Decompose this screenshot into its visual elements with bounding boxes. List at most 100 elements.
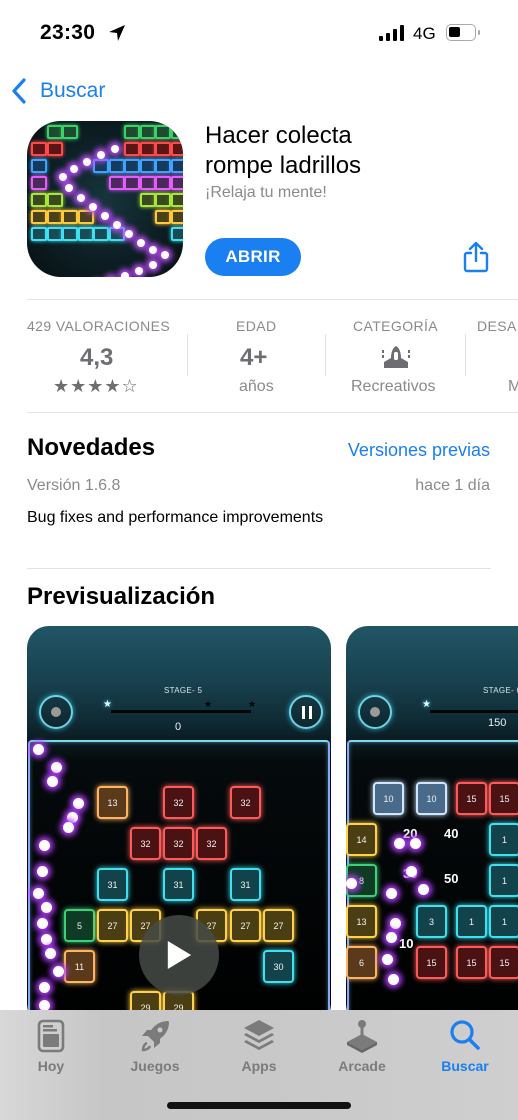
game-ball bbox=[406, 866, 417, 877]
game-brick: 1 bbox=[489, 823, 518, 856]
game-ball bbox=[51, 762, 62, 773]
game-brick: 1 bbox=[456, 905, 487, 938]
divider bbox=[325, 334, 326, 376]
play-video-button[interactable] bbox=[139, 915, 219, 995]
icon-brick bbox=[31, 142, 47, 156]
game-brick: 31 bbox=[97, 868, 128, 901]
game-ball bbox=[41, 902, 52, 913]
icon-brick bbox=[62, 210, 78, 224]
open-button[interactable]: ABRIR bbox=[205, 238, 301, 276]
icon-ball bbox=[83, 158, 91, 166]
game-brick: 1 bbox=[489, 864, 518, 897]
game-ball bbox=[37, 918, 48, 929]
version-history-link[interactable]: Versiones previas bbox=[348, 440, 490, 461]
icon-ball bbox=[161, 251, 169, 259]
pause-icon bbox=[289, 695, 323, 729]
tab-label: Apps bbox=[241, 1058, 277, 1074]
game-ball bbox=[45, 948, 56, 959]
icon-brick bbox=[31, 159, 47, 173]
location-arrow-icon bbox=[109, 25, 125, 41]
tab-arcade[interactable]: Arcade bbox=[317, 1018, 407, 1074]
icon-brick bbox=[124, 176, 140, 190]
back-button[interactable]: Buscar bbox=[10, 77, 105, 105]
icon-ball bbox=[59, 173, 67, 181]
app-icon bbox=[27, 121, 183, 277]
game-brick: 32 bbox=[196, 827, 227, 860]
game-ball bbox=[73, 798, 84, 809]
icon-brick bbox=[170, 176, 183, 190]
game-brick: 3 bbox=[416, 905, 447, 938]
tab-games[interactable]: Juegos bbox=[110, 1018, 200, 1074]
game-ball bbox=[33, 744, 44, 755]
age-value: 4+ bbox=[240, 344, 268, 371]
search-icon bbox=[450, 1020, 480, 1050]
version-label: Versión 1.6.8 bbox=[27, 477, 121, 494]
play-icon bbox=[167, 941, 192, 969]
icon-brick bbox=[46, 210, 63, 224]
icon-brick bbox=[155, 142, 171, 156]
home-indicator bbox=[167, 1102, 351, 1109]
game-ball bbox=[394, 838, 405, 849]
game-brick: 27 bbox=[97, 909, 128, 942]
icon-brick bbox=[139, 159, 156, 173]
category-sub: Recreativos bbox=[351, 378, 436, 395]
status-bar: 23:30 4G bbox=[0, 0, 518, 66]
icon-brick bbox=[170, 142, 183, 156]
star-icon: ★ bbox=[204, 699, 213, 709]
score: 0 bbox=[175, 721, 182, 733]
tab-label: Buscar bbox=[441, 1058, 489, 1074]
rocket-icon bbox=[141, 1021, 169, 1052]
score-popup: 10 bbox=[399, 936, 414, 951]
game-ball bbox=[47, 776, 58, 787]
icon-brick bbox=[31, 176, 47, 190]
game-brick: 15 bbox=[489, 946, 518, 979]
game-brick: 30 bbox=[263, 950, 294, 983]
apps-stack-icon bbox=[244, 1020, 274, 1050]
game-ball bbox=[388, 974, 399, 985]
tab-label: Hoy bbox=[37, 1058, 65, 1074]
whats-new-title: Novedades bbox=[27, 434, 156, 461]
game-ball bbox=[41, 934, 52, 945]
icon-brick bbox=[62, 125, 78, 139]
stage-progress bbox=[430, 710, 518, 713]
game-ball bbox=[33, 888, 44, 899]
stage-progress bbox=[111, 710, 251, 713]
developer-label: DESA bbox=[477, 318, 517, 334]
icon-brick bbox=[155, 159, 171, 173]
network-type: 4G bbox=[413, 24, 436, 43]
icon-brick bbox=[170, 227, 183, 241]
icon-brick bbox=[93, 227, 109, 241]
share-icon[interactable] bbox=[462, 240, 490, 274]
game-brick: 15 bbox=[416, 946, 447, 979]
icon-brick bbox=[46, 142, 63, 156]
icon-brick bbox=[31, 227, 47, 241]
tab-search[interactable]: Buscar bbox=[420, 1018, 510, 1074]
divider bbox=[187, 334, 188, 376]
app-title: Hacer colecta rompe ladrillos bbox=[205, 122, 362, 179]
back-label: Buscar bbox=[40, 79, 106, 102]
icon-ball bbox=[101, 212, 109, 220]
info-row: 429 VALORACIONES 4,3 ★★★★☆ EDAD 4+ años … bbox=[0, 300, 518, 412]
icon-ball bbox=[97, 151, 105, 159]
icon-brick bbox=[108, 159, 125, 173]
preview-screenshot-2[interactable]: STAGE- 6 ★ 150 10 10 15 15 14 1 8 1 13 3 1 1 6 15 15 15… bbox=[346, 626, 518, 1026]
game-brick: 5 bbox=[64, 909, 95, 942]
game-brick: 32 bbox=[230, 786, 261, 819]
icon-ball bbox=[137, 239, 145, 247]
icon-brick bbox=[124, 142, 140, 156]
tab-today[interactable]: Hoy bbox=[6, 1018, 96, 1074]
tab-label: Arcade bbox=[338, 1058, 386, 1074]
icon-brick bbox=[124, 125, 140, 139]
icon-ball bbox=[70, 165, 78, 173]
game-brick: 32 bbox=[130, 827, 161, 860]
game-ball bbox=[386, 932, 397, 943]
tab-apps[interactable]: Apps bbox=[214, 1018, 304, 1074]
game-brick: 32 bbox=[163, 786, 194, 819]
icon-ball bbox=[149, 246, 157, 254]
chevron-left-icon bbox=[12, 78, 26, 104]
icon-brick bbox=[155, 193, 171, 207]
ratings-value: 4,3 bbox=[80, 344, 114, 371]
icon-brick bbox=[62, 227, 78, 241]
preview-title: Previsualización bbox=[27, 583, 216, 610]
battery-icon bbox=[446, 24, 480, 41]
